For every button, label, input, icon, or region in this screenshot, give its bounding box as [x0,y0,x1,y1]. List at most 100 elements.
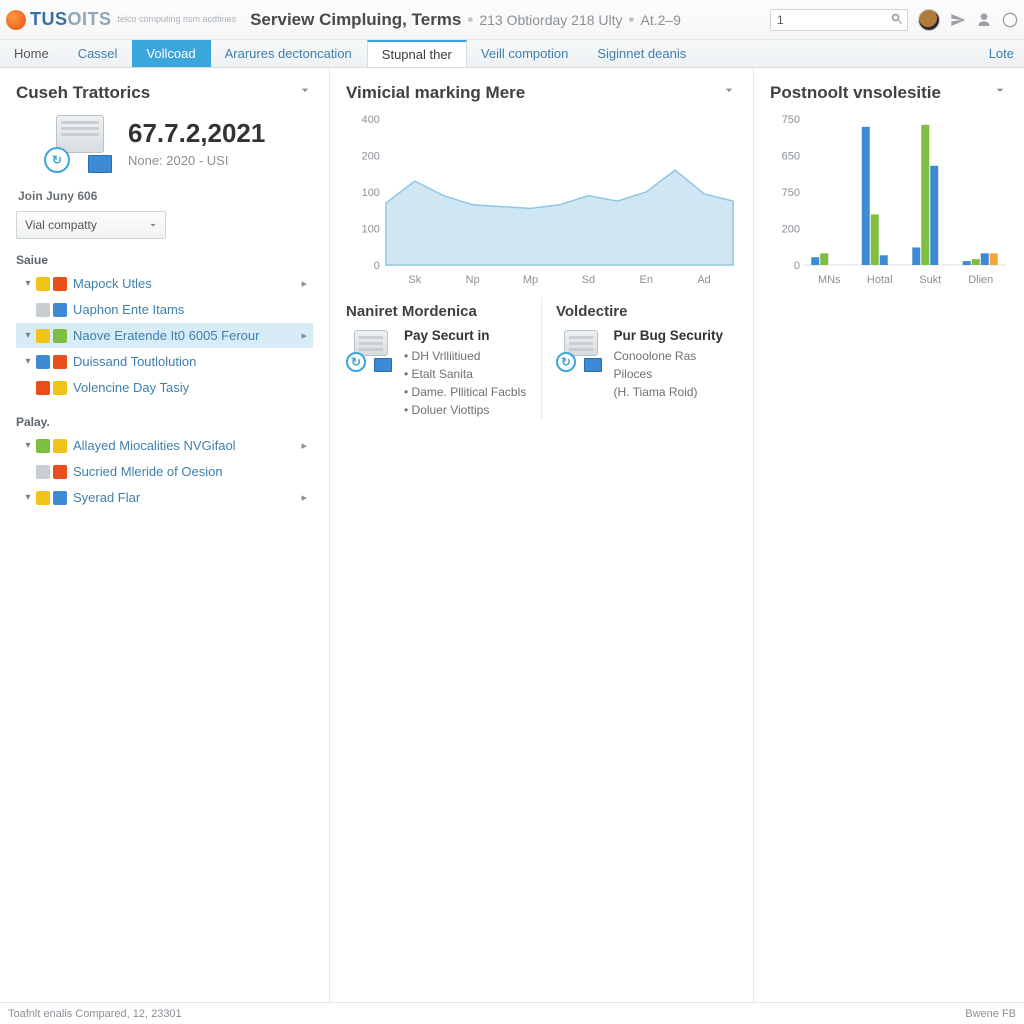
server-icon [346,328,394,372]
nav-tab-siginnet[interactable]: Siginnet deanis [583,40,701,67]
caret-icon: ▾ [22,278,34,289]
tree-group-label: Saiue [16,253,313,267]
status-right: Bwene FB [965,1008,1016,1020]
search-icon [890,12,904,26]
tree-item-label: Naove Eratende It0 6005 Ferour [73,328,259,343]
collapse-icon[interactable] [992,82,1008,103]
chevron-right-icon: ▸ [301,491,313,504]
svg-text:200: 200 [782,224,800,236]
collapse-icon[interactable] [297,82,313,103]
breadcrumb-meta1: 213 Obtiorday 218 Ulty [479,12,622,28]
media-heading: Pay Securt in [404,328,526,343]
sub-panel-title: Naniret Mordenica [346,303,527,320]
svg-text:750: 750 [782,187,800,199]
sub-panel-naniret: Naniret Mordenica Pay Securt in • DH Vrl… [346,297,542,419]
topbar: TUSOITS telco computing nsm acdtines Ser… [0,0,1024,40]
search-box[interactable] [770,9,908,31]
media-line: (H. Tiama Roid) [614,383,737,401]
tree-item[interactable]: ▾Uaphon Ente Itams [16,297,313,323]
tree-group: ▾Mapock Utles▸▾Uaphon Ente Itams▾Naove E… [16,271,313,401]
tree-item-icon [36,303,67,317]
content-columns: Cuseh Trattorics 67.7.2,2021 None: 2020 … [0,68,1024,1002]
svg-text:Dlien: Dlien [968,274,993,286]
media-line: • Etalt Sanita [404,365,526,383]
svg-text:0: 0 [374,260,380,272]
nav-tab-home[interactable]: Home [0,40,64,67]
svg-text:MNs: MNs [818,274,841,286]
nav-tab-veill[interactable]: Veill compotion [467,40,583,67]
left-hero-sub: None: 2020 - USI [128,153,265,168]
tree-item-icon [36,465,67,479]
right-panel: Postnoolt vnsolesitie 7506507502000MNsHo… [754,68,1024,1002]
nav-tab-ararures[interactable]: Ararures dectoncation [211,40,367,67]
status-left: Toafnlt enalis Compared, 12, 23301 [8,1008,182,1020]
send-icon[interactable] [950,12,966,28]
left-panel-title: Cuseh Trattorics [16,83,150,103]
breadcrumb-main: Serview Cimpluing, Terms [250,10,461,30]
tree-group: ▾Allayed Miocalities NVGifaol▸▾Sucried M… [16,433,313,511]
nav-tab-vollcoad[interactable]: Vollcoad [132,40,210,67]
more-icon[interactable] [1002,12,1018,28]
chevron-right-icon: ▸ [301,439,313,452]
tree-item[interactable]: ▾Volencine Day Tasiy [16,375,313,401]
svg-text:200: 200 [362,150,380,162]
caret-icon: ▾ [22,330,34,341]
bar-chart: 7506507502000MNsHotalSuktDlien [770,113,1008,289]
svg-text:Mp: Mp [523,274,538,286]
tree-item-label: Allayed Miocalities NVGifaol [73,438,236,453]
tree-item-label: Mapock Utles [73,276,152,291]
svg-text:Ad: Ad [697,274,710,286]
sub-panel-title: Voldectire [556,303,737,320]
tree-item-icon [36,329,67,343]
svg-text:650: 650 [782,151,800,163]
breadcrumb-meta2: At.2–9 [640,12,680,28]
center-panel-title: Vimicial marking Mere [346,83,525,103]
right-panel-title: Postnoolt vnsolesitie [770,83,941,103]
area-chart: 4002001001000SkNpMpSdEnAd [346,113,737,289]
tree-item-icon [36,355,67,369]
tree-item[interactable]: ▾Mapock Utles▸ [16,271,313,297]
svg-text:En: En [640,274,653,286]
svg-text:750: 750 [782,114,800,126]
nav-right-link[interactable]: Lote [979,40,1024,67]
nav-tab-cassel[interactable]: Cassel [64,40,133,67]
svg-text:Sukt: Sukt [919,274,941,286]
company-select-value: Vial compatty [25,218,97,232]
svg-text:Sd: Sd [582,274,595,286]
search-input[interactable] [770,9,908,31]
left-hero-number: 67.7.2,2021 [128,118,265,149]
caret-icon: ▾ [22,356,34,367]
tree-item-label: Volencine Day Tasiy [73,380,189,395]
user-icon[interactable] [976,12,992,28]
tree-item[interactable]: ▾ Syerad Flar ▸ [16,485,313,511]
tree-item[interactable]: ▾Naove Eratende It0 6005 Ferour▸ [16,323,313,349]
media-line: • DH Vrlliitiued [404,347,526,365]
caret-icon: ▾ [22,492,34,503]
media-line: • Doluer Viottips [404,401,526,419]
logo-orb-icon [6,10,26,30]
logo-text-1: TUS [30,9,68,30]
status-bar: Toafnlt enalis Compared, 12, 23301 Bwene… [0,1002,1024,1024]
user-avatar[interactable] [918,9,940,31]
tree-item-label: Duissand Toutlolution [73,354,196,369]
nav-tab-stupnal[interactable]: Stupnal ther [367,40,467,67]
svg-text:400: 400 [362,114,380,126]
svg-text:Sk: Sk [408,274,421,286]
media-line: Conoolone Ras Piloces [614,347,737,383]
tree-item-label: Uaphon Ente Itams [73,302,184,317]
company-select[interactable]: Vial compatty [16,211,166,239]
tree-item-label: Syerad Flar [73,490,140,505]
tree-item[interactable]: ▾ Allayed Miocalities NVGifaol ▸ [16,433,313,459]
media-heading: Pur Bug Security [614,328,737,343]
tree-item-icon [36,439,67,453]
logo-subtitle: telco computing nsm acdtines [118,15,237,25]
collapse-icon[interactable] [721,82,737,103]
breadcrumb: Serview Cimpluing, Terms • 213 Obtiorday… [250,10,681,30]
tree-item[interactable]: ▾Sucried Mleride of Oesion [16,459,313,485]
sub-panel-voldectire: Voldectire Pur Bug Security Conoolone Ra… [556,297,737,419]
app-logo: TUSOITS [6,9,112,30]
tree-item[interactable]: ▾ Duissand Toutlolution [16,349,313,375]
tree-item-label: Sucried Mleride of Oesion [73,464,223,479]
tree-group-label: Palay. [16,415,313,429]
caret-icon: ▾ [22,440,34,451]
